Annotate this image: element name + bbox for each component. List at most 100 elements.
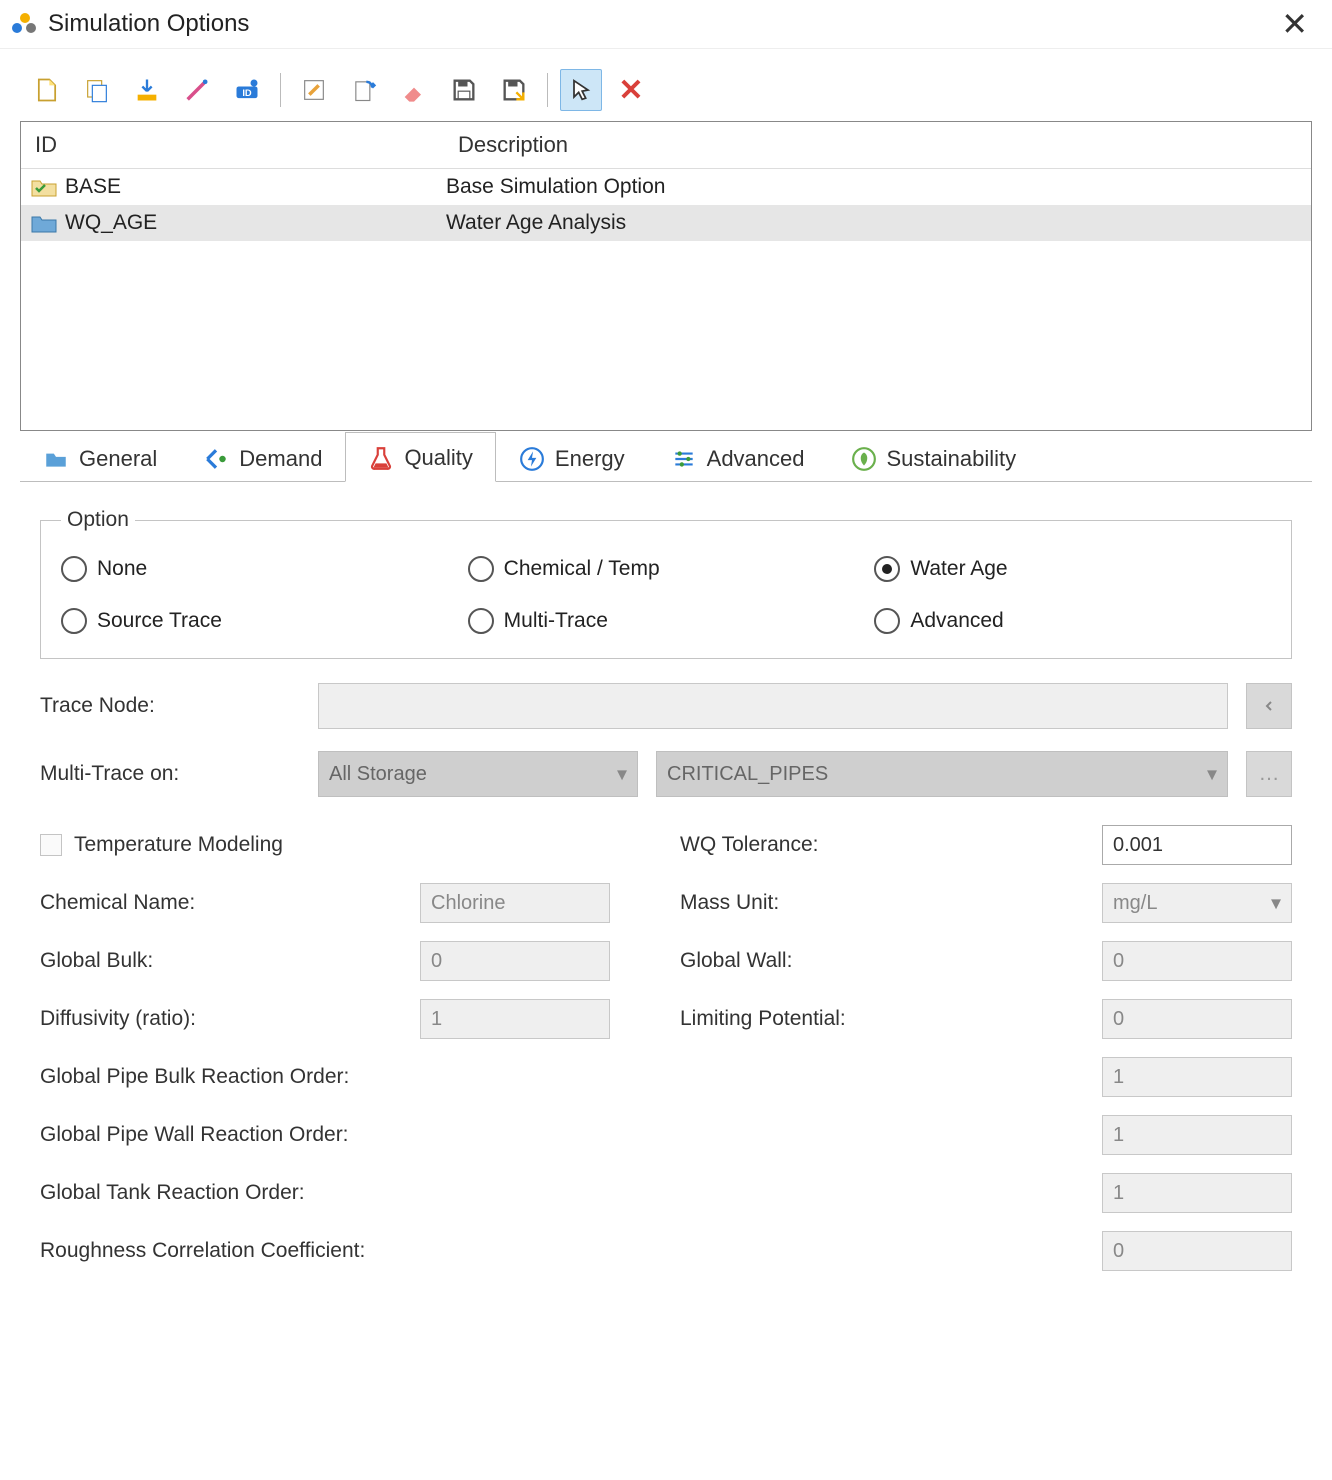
roughness-coeff-label: Roughness Correlation Coefficient:	[40, 1239, 1092, 1263]
tab-demand[interactable]: Demand	[180, 433, 345, 482]
diffusivity-input: 1	[420, 999, 610, 1039]
tab-quality[interactable]: Quality	[345, 432, 495, 482]
toolbar: ID ✕	[0, 49, 1332, 121]
new-icon[interactable]	[26, 69, 68, 111]
select-cursor-icon[interactable]	[560, 69, 602, 111]
list-row[interactable]: WQ_AGE Water Age Analysis	[21, 205, 1311, 241]
radio-label: Chemical / Temp	[504, 557, 660, 581]
tab-label: General	[79, 446, 157, 472]
wq-tolerance-label: WQ Tolerance:	[680, 833, 1092, 857]
wand-icon[interactable]	[176, 69, 218, 111]
edit-icon[interactable]	[293, 69, 335, 111]
flask-icon	[368, 445, 394, 471]
list-row[interactable]: BASE Base Simulation Option	[21, 169, 1311, 205]
mass-unit-label: Mass Unit:	[680, 891, 1092, 915]
list-header: ID Description	[21, 122, 1311, 169]
folder-check-icon	[31, 177, 57, 197]
tab-label: Demand	[239, 446, 322, 472]
tab-label: Sustainability	[887, 446, 1017, 472]
wq-tolerance-input[interactable]: 0.001	[1102, 825, 1292, 865]
multitrace-storage-select: All Storage ▾	[318, 751, 638, 797]
radio-label: Source Trace	[97, 609, 222, 633]
radio-label: Multi-Trace	[504, 609, 608, 633]
delete-icon[interactable]: ✕	[610, 69, 652, 111]
global-wall-label: Global Wall:	[680, 949, 1092, 973]
radio-label: None	[97, 557, 147, 581]
quality-panel: Option None Chemical / Temp Water Age So…	[20, 482, 1312, 1329]
sliders-icon	[671, 446, 697, 472]
simulation-options-window: Simulation Options ✕ ID	[0, 0, 1332, 1329]
multitrace-more-button[interactable]: …	[1246, 751, 1292, 797]
options-list[interactable]: ID Description BASE Base Simulation Opti…	[20, 121, 1312, 431]
list-header-desc[interactable]: Description	[444, 122, 1311, 168]
import-icon[interactable]	[126, 69, 168, 111]
global-bulk-label: Global Bulk:	[40, 949, 420, 973]
folder-icon	[31, 213, 57, 233]
multitrace-pipes-select: CRITICAL_PIPES ▾	[656, 751, 1228, 797]
pipe-bulk-order-input: 1	[1102, 1057, 1292, 1097]
id-tag-icon[interactable]: ID	[226, 69, 268, 111]
global-bulk-input: 0	[420, 941, 610, 981]
limiting-potential-label: Limiting Potential:	[680, 1007, 1092, 1031]
copy-icon[interactable]	[76, 69, 118, 111]
tab-label: Advanced	[707, 446, 805, 472]
list-row-desc: Base Simulation Option	[436, 169, 1311, 205]
bolt-icon	[519, 446, 545, 472]
multitrace-label: Multi-Trace on:	[40, 762, 300, 786]
tab-label: Quality	[404, 445, 472, 471]
pipe-wall-order-label: Global Pipe Wall Reaction Order:	[40, 1123, 1092, 1147]
close-button[interactable]: ✕	[1273, 8, 1316, 40]
eraser-icon[interactable]	[393, 69, 435, 111]
diffusivity-label: Diffusivity (ratio):	[40, 1007, 420, 1031]
list-row-desc: Water Age Analysis	[436, 205, 1311, 241]
radio-advanced[interactable]: Advanced	[874, 608, 1271, 634]
list-header-id[interactable]: ID	[21, 122, 444, 168]
radio-none[interactable]: None	[61, 556, 458, 582]
list-row-id: WQ_AGE	[65, 211, 157, 235]
radio-chemical-temp[interactable]: Chemical / Temp	[468, 556, 865, 582]
trace-node-label: Trace Node:	[40, 694, 300, 718]
chemical-name-input: Chlorine	[420, 883, 610, 923]
arrow-in-icon	[203, 446, 229, 472]
mass-unit-select: mg/L ▾	[1102, 883, 1292, 923]
radio-label: Water Age	[910, 557, 1007, 581]
svg-text:ID: ID	[242, 88, 252, 98]
pipe-wall-order-input: 1	[1102, 1115, 1292, 1155]
tab-energy[interactable]: Energy	[496, 433, 648, 482]
chevron-down-icon: ▾	[1271, 891, 1281, 916]
chevron-down-icon: ▾	[1207, 762, 1217, 787]
tank-order-label: Global Tank Reaction Order:	[40, 1181, 1092, 1205]
list-row-id: BASE	[65, 175, 121, 199]
chemical-name-label: Chemical Name:	[40, 891, 420, 915]
window-title: Simulation Options	[48, 10, 249, 38]
checkbox-icon	[40, 834, 62, 856]
save-as-icon[interactable]	[493, 69, 535, 111]
limiting-potential-input: 0	[1102, 999, 1292, 1039]
chevron-down-icon: ▾	[617, 762, 627, 787]
save-icon[interactable]	[443, 69, 485, 111]
app-logo-icon	[12, 13, 40, 35]
tab-advanced[interactable]: Advanced	[648, 433, 828, 482]
folder-open-icon	[43, 446, 69, 472]
tab-sustainability[interactable]: Sustainability	[828, 433, 1040, 482]
option-group: Option None Chemical / Temp Water Age So…	[40, 508, 1292, 659]
export-page-icon[interactable]	[343, 69, 385, 111]
tab-general[interactable]: General	[20, 433, 180, 482]
trace-node-input	[318, 683, 1228, 729]
radio-source-trace[interactable]: Source Trace	[61, 608, 458, 634]
trace-node-browse-button[interactable]	[1246, 683, 1292, 729]
temp-model-checkbox: Temperature Modeling	[40, 833, 420, 857]
tab-label: Energy	[555, 446, 625, 472]
tabs: General Demand Quality Energy Advanced S…	[20, 431, 1312, 482]
roughness-coeff-input: 0	[1102, 1231, 1292, 1271]
titlebar: Simulation Options ✕	[0, 0, 1332, 49]
radio-water-age[interactable]: Water Age	[874, 556, 1271, 582]
global-wall-input: 0	[1102, 941, 1292, 981]
radio-multi-trace[interactable]: Multi-Trace	[468, 608, 865, 634]
pipe-bulk-order-label: Global Pipe Bulk Reaction Order:	[40, 1065, 1092, 1089]
toolbar-separator	[547, 73, 548, 107]
radio-label: Advanced	[910, 609, 1003, 633]
tank-order-input: 1	[1102, 1173, 1292, 1213]
leaf-icon	[851, 446, 877, 472]
toolbar-separator	[280, 73, 281, 107]
